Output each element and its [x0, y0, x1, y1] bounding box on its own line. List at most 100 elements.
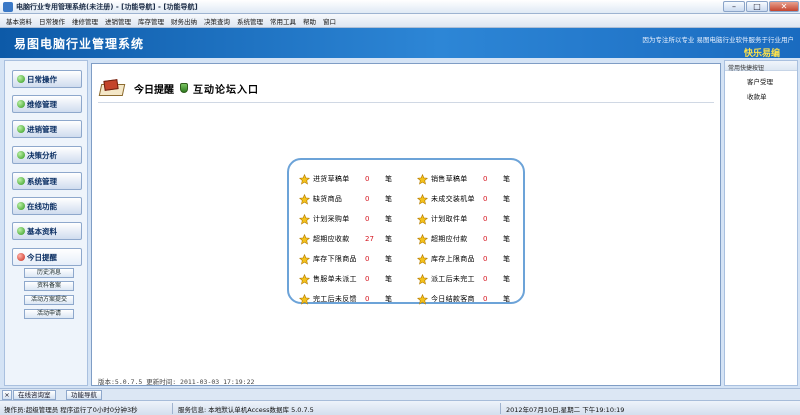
reminder-count: 0: [365, 175, 370, 183]
banner-brand: 快乐易编: [743, 49, 780, 59]
reminder-label: 售服单未派工: [313, 275, 357, 283]
reminder-label: 计划取件单: [431, 215, 468, 223]
window-title: 电脑行业专用管理系统(未注册) - [功能导航] - [功能导航]: [16, 2, 198, 11]
nav-online[interactable]: 在线功能: [12, 197, 82, 215]
status-separator: [172, 403, 173, 414]
book-icon: [98, 78, 126, 98]
cup-icon: [180, 83, 188, 93]
green-dot-icon: [17, 151, 25, 159]
reminder-unit: 笔: [503, 175, 510, 183]
menu-item-repair[interactable]: 维修管理: [72, 16, 98, 26]
reminder-item[interactable]: 销售草稿单 0 笔: [416, 173, 510, 185]
reminder-item[interactable]: 计划取件单 0 笔: [416, 213, 510, 225]
reminder-unit: 笔: [385, 255, 392, 263]
window-controls: – □ ✕: [722, 1, 799, 12]
star-icon: [416, 293, 429, 305]
green-dot-icon: [17, 177, 25, 185]
menu-bar: 基本资料 日常操作 维修管理 进销管理 库存管理 财务出纳 决策查询 系统管理 …: [0, 14, 800, 28]
reminder-item[interactable]: 库存下限商品 0 笔: [298, 253, 392, 265]
header-divider: [98, 102, 714, 103]
nav-repair[interactable]: 维修管理: [12, 95, 82, 113]
reminder-label: 销售草稿单: [431, 175, 468, 183]
reminder-item[interactable]: 缺货商品 0 笔: [298, 193, 392, 205]
menu-item-finance[interactable]: 财务出纳: [171, 16, 197, 26]
reminder-count: 0: [483, 295, 488, 303]
reminder-count: 0: [365, 295, 370, 303]
menu-item-daily[interactable]: 日常操作: [39, 16, 65, 26]
main-header: 今日提醒 互动论坛入口: [98, 78, 259, 98]
reminder-label: 完工后未反馈: [313, 295, 357, 303]
sub-submit-plan[interactable]: 活动方案提交: [24, 295, 74, 305]
star-icon: [416, 173, 429, 185]
reminder-item[interactable]: 进货草稿单 0 笔: [298, 173, 392, 185]
app-icon: [3, 1, 13, 12]
reminder-count: 27: [365, 235, 374, 243]
menu-item-system[interactable]: 系统管理: [237, 16, 263, 26]
quick-customer-accept[interactable]: 客户受理: [747, 76, 773, 86]
reminder-count: 0: [483, 255, 488, 263]
reminder-item[interactable]: 超期应收款 27 笔: [298, 233, 392, 245]
main-panel: 今日提醒 互动论坛入口 进货草稿单 0 笔缺货商品 0 笔计划采购单 0 笔超期应收款 27 笔…: [91, 63, 721, 386]
tab-online-consult[interactable]: 在线咨询室: [13, 390, 56, 400]
reminder-unit: 笔: [385, 215, 392, 223]
reminder-item[interactable]: 库存上限商品 0 笔: [416, 253, 510, 265]
green-dot-icon: [17, 75, 25, 83]
nav-today-reminder[interactable]: 今日提醒: [12, 248, 82, 266]
reminder-label: 进货草稿单: [313, 175, 350, 183]
star-icon: [298, 193, 311, 205]
menu-item-stock[interactable]: 库存管理: [138, 16, 164, 26]
reminder-item[interactable]: 计划采购单 0 笔: [298, 213, 392, 225]
reminder-unit: 笔: [503, 255, 510, 263]
sub-history-messages[interactable]: 历史消息: [24, 268, 74, 278]
reminder-item[interactable]: 未成交装机单 0 笔: [416, 193, 510, 205]
red-dot-icon: [17, 253, 25, 261]
status-operator: 操作员:超级管理员 程序运行了0小时0分钟3秒: [4, 406, 138, 414]
nav-basic-data[interactable]: 基本资料: [12, 222, 82, 240]
status-bar: 操作员:超级管理员 程序运行了0小时0分钟3秒 服务信息: 本地默认单机Acce…: [0, 400, 800, 415]
banner-logo-text: 易图电脑行业管理系统: [14, 37, 145, 51]
reminder-item[interactable]: 超期应付款 0 笔: [416, 233, 510, 245]
quick-receipt[interactable]: 收款单: [747, 91, 767, 101]
star-icon: [416, 273, 429, 285]
star-icon: [298, 273, 311, 285]
menu-item-basic[interactable]: 基本资料: [6, 16, 32, 26]
today-reminder-title: 今日提醒: [134, 84, 174, 96]
nav-daily-ops[interactable]: 日常操作: [12, 70, 82, 88]
app-banner: 易图电脑行业管理系统 因为专注所以专业 易图电脑行业软件服务于行业用户 快乐易编: [0, 28, 800, 59]
star-icon: [298, 253, 311, 265]
maximize-button[interactable]: □: [746, 1, 768, 12]
forum-entry-link[interactable]: 互动论坛入口: [193, 81, 259, 96]
star-icon: [416, 213, 429, 225]
reminder-unit: 笔: [503, 295, 510, 303]
nav-system[interactable]: 系统管理: [12, 172, 82, 190]
reminder-item[interactable]: 完工后未反馈 0 笔: [298, 293, 392, 305]
reminder-box: 进货草稿单 0 笔缺货商品 0 笔计划采购单 0 笔超期应收款 27 笔库存下限商品 0 笔售服单未…: [287, 158, 525, 305]
reminder-item[interactable]: 今日结款客商 0 笔: [416, 293, 510, 305]
menu-item-tools[interactable]: 常用工具: [270, 16, 296, 26]
status-separator: [500, 403, 501, 414]
close-button[interactable]: ✕: [769, 1, 799, 12]
tab-function-nav[interactable]: 功能导航: [66, 390, 102, 400]
reminder-unit: 笔: [385, 275, 392, 283]
nav-decision[interactable]: 决策分析: [12, 146, 82, 164]
reminder-item[interactable]: 派工后未完工 0 笔: [416, 273, 510, 285]
reminder-item[interactable]: 售服单未派工 0 笔: [298, 273, 392, 285]
reminder-count: 0: [365, 255, 370, 263]
menu-item-help[interactable]: 帮助: [303, 16, 316, 26]
green-dot-icon: [17, 100, 25, 108]
menu-item-query[interactable]: 决策查询: [204, 16, 230, 26]
nav-sales[interactable]: 进销管理: [12, 120, 82, 138]
menu-item-window[interactable]: 窗口: [323, 16, 336, 26]
quick-buttons-header: 常用快捷按钮: [725, 61, 797, 72]
star-icon: [298, 213, 311, 225]
reminder-count: 0: [365, 275, 370, 283]
sub-data-filing[interactable]: 资料备案: [24, 281, 74, 291]
tab-close-icon[interactable]: ×: [2, 390, 12, 400]
reminder-unit: 笔: [385, 295, 392, 303]
title-bar: 电脑行业专用管理系统(未注册) - [功能导航] - [功能导航] – □ ✕: [0, 0, 800, 14]
menu-item-sales[interactable]: 进销管理: [105, 16, 131, 26]
bottom-tab-bar: × 在线咨询室 功能导航: [0, 388, 800, 400]
star-icon: [298, 293, 311, 305]
sub-apply-activity[interactable]: 活动申请: [24, 309, 74, 319]
minimize-button[interactable]: –: [723, 1, 745, 12]
